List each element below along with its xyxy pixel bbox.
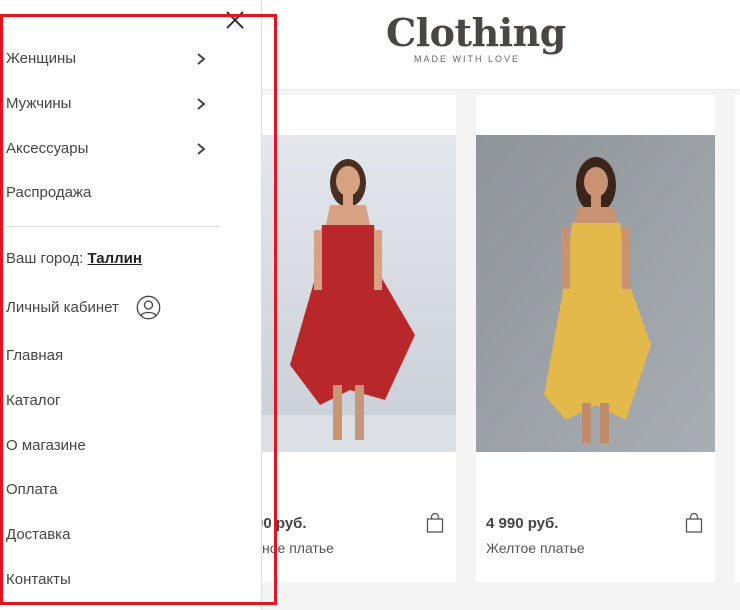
add-to-cart-icon[interactable] [685,513,703,533]
product-card[interactable]: 4 990 руб. Желтое платье [476,95,715,582]
product-name[interactable]: Желтое платье [486,540,585,556]
close-icon[interactable] [224,9,246,31]
product-card [735,95,740,582]
brand-logo[interactable]: Clothing MADE WITH LOVE [386,10,566,65]
product-price: 4 990 руб. [486,515,559,532]
menu-link-about[interactable]: О магазине [6,436,86,456]
chevron-right-icon[interactable] [195,52,207,66]
product-image[interactable] [476,135,715,452]
account-link[interactable]: Личный кабинет [6,298,119,318]
brand-title: Clothing [386,10,566,55]
side-menu: Женщины Мужчины Аксессуары Распродажа Ва… [0,0,262,610]
menu-link-delivery[interactable]: Доставка [6,525,70,545]
menu-link-contacts[interactable]: Контакты [6,570,71,590]
page: Clothing MADE WITH LOVE 00 руб. сное пла… [0,0,740,610]
city-label: Ваш город: [6,250,84,267]
chevron-right-icon[interactable] [195,142,207,156]
menu-link-catalog[interactable]: Каталог [6,391,61,411]
add-to-cart-icon[interactable] [426,513,444,533]
menu-link-home[interactable]: Главная [6,346,63,366]
brand-tagline: MADE WITH LOVE [413,54,520,64]
user-account-icon[interactable] [136,295,161,320]
menu-divider [6,226,220,227]
menu-link-payment[interactable]: Оплата [6,480,58,500]
product-name[interactable]: сное платье [255,540,334,556]
menu-item-accessories[interactable]: Аксессуары [6,139,88,159]
chevron-right-icon[interactable] [195,97,207,111]
menu-item-women[interactable]: Женщины [6,49,76,69]
city-link[interactable]: Таллин [87,250,141,267]
menu-item-sale[interactable]: Распродажа [6,183,91,203]
menu-item-men[interactable]: Мужчины [6,94,71,114]
product-price: 00 руб. [255,515,307,532]
city-selector: Ваш город: Таллин [6,249,142,269]
